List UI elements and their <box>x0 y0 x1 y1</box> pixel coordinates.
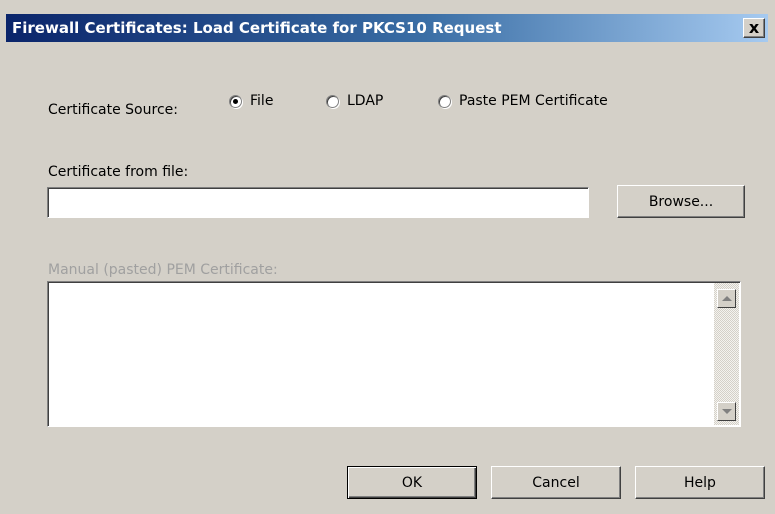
pem-certificate-label: Manual (pasted) PEM Certificate: <box>48 262 278 278</box>
certificate-from-file-label: Certificate from file: <box>48 164 189 180</box>
title-bar: Firewall Certificates: Load Certificate … <box>6 14 768 42</box>
scroll-down-icon <box>722 409 732 414</box>
radio-paste-pem[interactable]: Paste PEM Certificate <box>438 93 608 109</box>
pem-scrollbar[interactable] <box>714 283 739 425</box>
certificate-file-input[interactable] <box>47 187 589 218</box>
radio-ldap-indicator[interactable] <box>326 94 339 108</box>
browse-button[interactable]: Browse... <box>617 185 745 218</box>
scroll-up-icon <box>722 296 732 301</box>
radio-paste-pem-indicator[interactable] <box>438 94 451 108</box>
radio-paste-pem-label: Paste PEM Certificate <box>459 93 608 109</box>
close-icon: x <box>748 18 760 37</box>
scroll-down-button[interactable] <box>717 402 736 421</box>
cancel-button[interactable]: Cancel <box>491 466 621 499</box>
radio-file[interactable]: File <box>229 93 273 109</box>
close-button[interactable]: x <box>743 18 765 38</box>
radio-ldap[interactable]: LDAP <box>326 93 383 109</box>
scroll-up-button[interactable] <box>717 289 736 308</box>
load-certificate-dialog: Firewall Certificates: Load Certificate … <box>0 0 775 514</box>
pem-certificate-textarea[interactable] <box>47 281 741 427</box>
radio-ldap-label: LDAP <box>347 93 384 109</box>
help-button[interactable]: Help <box>635 466 765 499</box>
radio-file-label: File <box>250 93 274 109</box>
certificate-source-label: Certificate Source: <box>48 102 178 118</box>
ok-button[interactable]: OK <box>347 466 477 499</box>
radio-file-indicator[interactable] <box>229 94 242 108</box>
window-title: Firewall Certificates: Load Certificate … <box>12 19 502 37</box>
